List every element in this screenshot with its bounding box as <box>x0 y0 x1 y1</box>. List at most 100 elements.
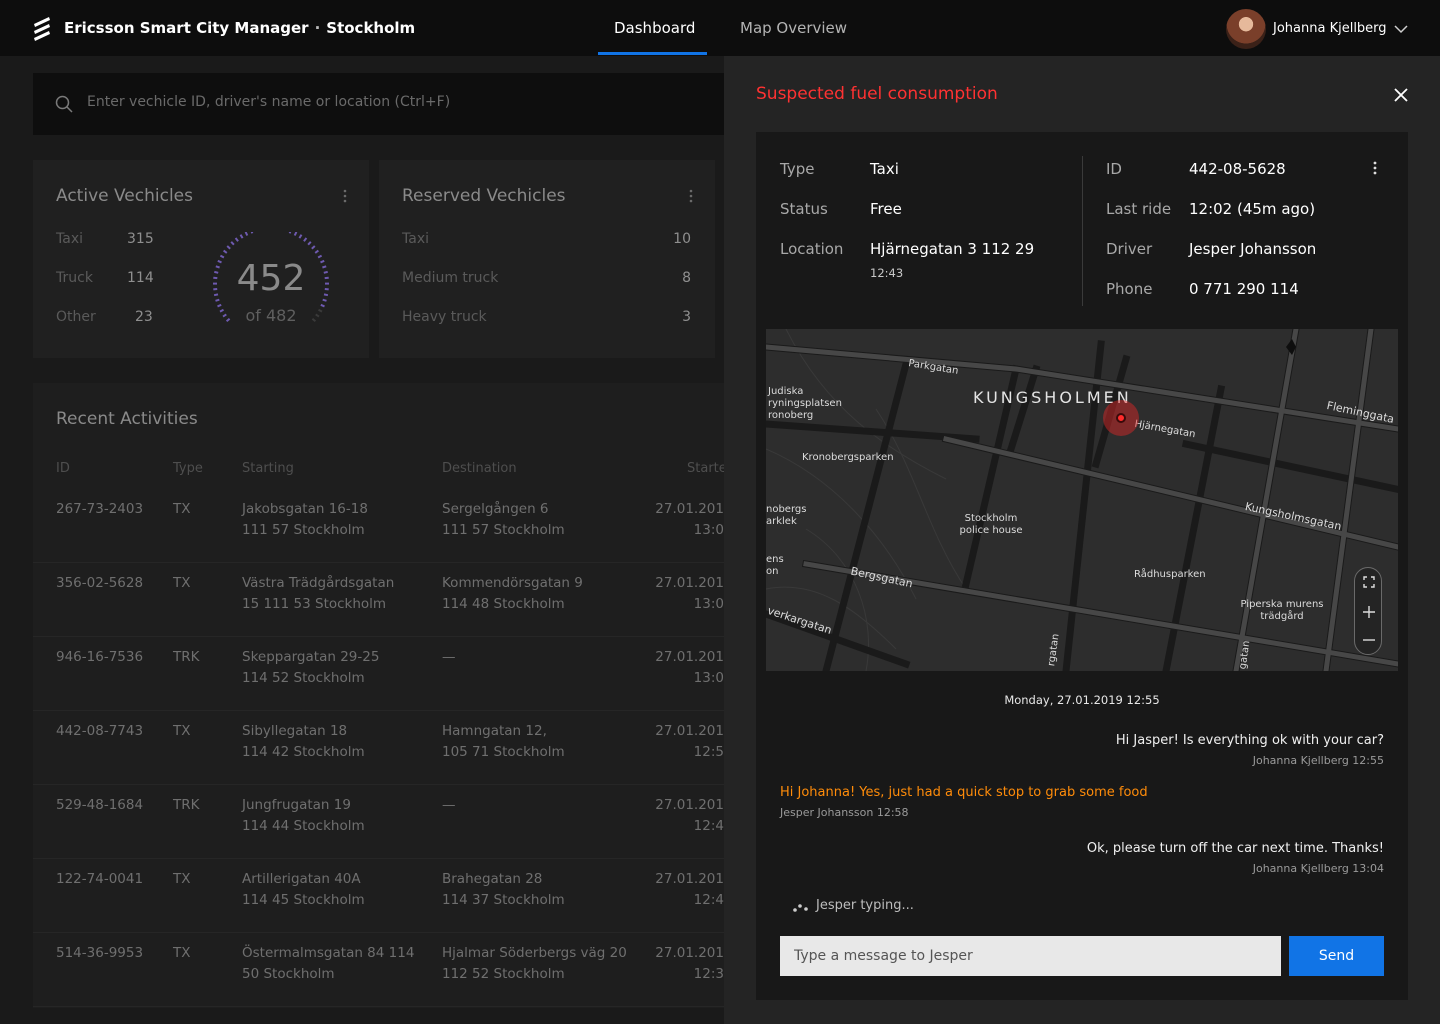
map-controls <box>1354 567 1382 655</box>
ericsson-logo-icon <box>34 17 50 41</box>
search-placeholder[interactable]: Enter vechicle ID, driver's name or loca… <box>87 94 450 110</box>
table-row[interactable]: 122-74-0041 TX Artillerigatan 40A 114 45 St… <box>33 859 724 933</box>
start-time: 12:4 <box>693 892 724 908</box>
starting-address: Sibyllegatan 18 <box>242 723 348 739</box>
column-header-id: ID <box>56 461 70 476</box>
gauge-tick <box>298 234 303 239</box>
card-title: Active Vechicles <box>56 186 193 206</box>
gauge-tick <box>320 303 325 308</box>
pin-dot <box>1116 413 1126 423</box>
phone-value: 0 771 290 114 <box>1189 280 1299 298</box>
start-date: 27.01.201 <box>655 575 724 591</box>
more-vertical-icon[interactable] <box>689 189 693 203</box>
activity-type: TX <box>173 501 191 517</box>
type-value: Taxi <box>870 160 899 178</box>
last-ride-value: 12:02 (45m ago) <box>1189 200 1316 218</box>
user-name[interactable]: Johanna Kjellberg <box>1273 21 1387 36</box>
starting-postcode: 114 52 Stockholm <box>242 670 365 686</box>
zoom-in-icon[interactable] <box>1355 598 1383 626</box>
zoom-out-icon[interactable] <box>1355 626 1383 654</box>
chat-message-input[interactable] <box>780 936 1281 976</box>
typing-indicator: Jesper typing... <box>816 898 914 913</box>
gauge-tick <box>323 270 328 274</box>
map-place-label: police house <box>959 525 1023 536</box>
starting-address: Östermalmsgatan 84 114 <box>242 945 415 961</box>
table-row[interactable]: 267-73-2403 TX Jakobsgatan 16-18 111 57 Sto… <box>33 489 724 563</box>
chevron-down-icon[interactable] <box>1394 24 1408 34</box>
title-separator: · <box>314 19 321 37</box>
map-place-label: trädgård <box>1260 611 1304 622</box>
chat-message-meta: Johanna Kjellberg 13:04 <box>1252 862 1384 875</box>
card-title: Recent Activities <box>56 409 198 429</box>
activity-type: TX <box>173 871 191 887</box>
activity-id: 122-74-0041 <box>56 871 144 887</box>
driver-label: Driver <box>1106 240 1153 258</box>
column-header-destination: Destination <box>442 461 517 476</box>
activity-id: 514-36-9953 <box>56 945 144 961</box>
activity-type: TX <box>173 723 191 739</box>
vehicle-count: 315 <box>127 231 154 247</box>
starting-postcode: 114 42 Stockholm <box>242 744 365 760</box>
gauge-tick <box>311 245 316 250</box>
destination-address: — <box>442 649 456 665</box>
starting-postcode: 114 45 Stockholm <box>242 892 365 908</box>
gauge-tick <box>317 254 323 259</box>
active-tab-indicator <box>598 52 707 55</box>
starting-address: Artillerigatan 40A <box>242 871 361 887</box>
search-bar[interactable]: Enter vechicle ID, driver's name or loca… <box>33 73 724 135</box>
activity-id: 356-02-5628 <box>56 575 144 591</box>
vehicle-type-label: Heavy truck <box>402 309 487 325</box>
activity-id: 267-73-2403 <box>56 501 144 517</box>
search-icon <box>55 95 73 113</box>
table-row[interactable]: 946-16-7536 TRK Skeppargatan 29-25 114 52 S… <box>33 637 724 711</box>
map-place-label: nobergs <box>766 504 807 515</box>
start-time: 13:0 <box>693 522 724 538</box>
top-bar: Ericsson Smart City Manager · Stockholm Da… <box>0 0 1440 56</box>
last-ride-label: Last ride <box>1106 200 1172 218</box>
location-label: Location <box>780 240 844 258</box>
chat-date: Monday, 27.01.2019 12:55 <box>1004 693 1160 707</box>
map-place-label: ens <box>766 554 784 565</box>
more-vertical-icon[interactable] <box>343 189 347 203</box>
chat-message-meta: Johanna Kjellberg 12:55 <box>1252 754 1384 767</box>
table-row[interactable]: 356-02-5628 TX Västra Trädgårdsgatan 15 111… <box>33 563 724 637</box>
tab-dashboard[interactable]: Dashboard <box>614 19 695 37</box>
table-row[interactable]: 442-08-7743 TX Sibyllegatan 18 114 42 Stock… <box>33 711 724 785</box>
avatar[interactable] <box>1226 9 1266 49</box>
id-value: 442-08-5628 <box>1189 160 1286 178</box>
gauge-capacity: of 482 <box>245 306 297 325</box>
vehicle-location-pin[interactable] <box>1103 400 1139 436</box>
start-date: 27.01.201 <box>655 501 724 517</box>
location-value: Hjärnegatan 3 112 29 <box>870 240 1035 258</box>
gauge-tick <box>239 234 244 239</box>
activity-type: TX <box>173 945 191 961</box>
gauge-tick <box>322 265 327 269</box>
activity-id: 442-08-7743 <box>56 723 144 739</box>
vehicle-count: 23 <box>135 309 153 325</box>
destination-postcode: 105 71 Stockholm <box>442 744 565 760</box>
map-place-label: arklek <box>766 516 797 527</box>
alert-detail-panel: Suspected fuel consumption Type Taxi Sta… <box>724 56 1440 1024</box>
fullscreen-icon[interactable] <box>1355 568 1383 596</box>
gauge-tick <box>311 317 317 323</box>
activity-type: TRK <box>173 649 200 665</box>
start-date: 27.01.201 <box>655 797 724 813</box>
start-date: 27.01.201 <box>655 871 724 887</box>
send-button[interactable]: Send <box>1289 936 1384 976</box>
more-vertical-icon[interactable] <box>1373 161 1377 175</box>
gauge-tick <box>318 308 323 313</box>
chat-message-text: Hi Johanna! Yes, just had a quick stop t… <box>780 785 1148 800</box>
vehicle-count: 8 <box>682 270 691 286</box>
activity-id: 529-48-1684 <box>56 797 144 813</box>
map-place-label: ryningsplatsen <box>768 398 842 409</box>
chat-message-text: Ok, please turn off the car next time. T… <box>1086 841 1384 856</box>
vehicle-location-map[interactable]: Parkgatan Judiska ryningsplatsen ronober… <box>766 329 1398 671</box>
table-row[interactable]: 529-48-1684 TRK Jungfrugatan 19 114 44 Stoc… <box>33 785 724 859</box>
reserved-vehicles-card: Reserved Vechicles Taxi 10 Medium truck … <box>379 160 715 358</box>
gauge-tick <box>217 259 222 264</box>
tab-map-overview[interactable]: Map Overview <box>740 19 847 37</box>
destination-postcode: 114 48 Stockholm <box>442 596 565 612</box>
close-icon[interactable] <box>1393 87 1409 103</box>
row-divider <box>33 1006 724 1007</box>
table-row[interactable]: 514-36-9953 TX Östermalmsgatan 84 114 50 St… <box>33 933 724 1007</box>
